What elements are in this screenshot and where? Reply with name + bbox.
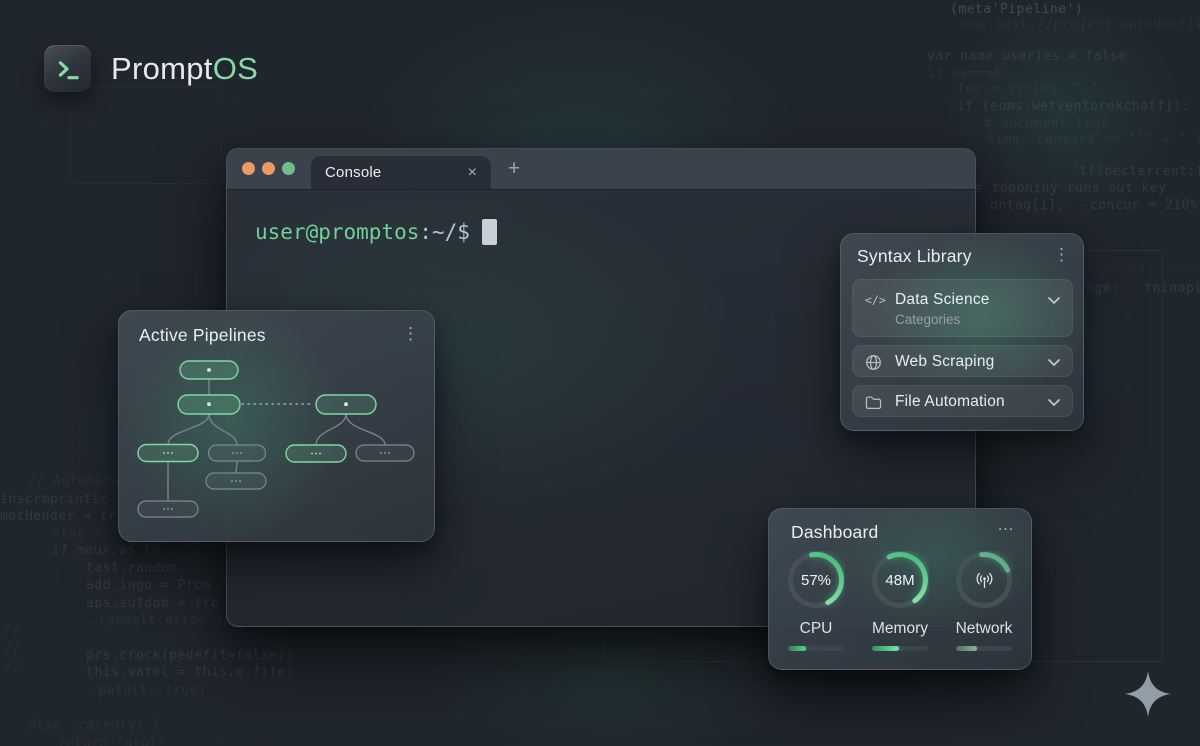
tab-console[interactable]: Console ×	[311, 156, 491, 189]
backdrop-code-line: if ma===6:	[927, 66, 1010, 81]
backdrop-code-line: if meux.as lo	[52, 543, 160, 558]
pipeline-node[interactable]	[286, 445, 346, 462]
backdrop-code-line: motHender = tr	[0, 509, 117, 524]
code-icon: </>	[865, 293, 887, 307]
syntax-item-label: File Automation	[895, 393, 1005, 411]
syntax-item-data-science[interactable]: </> Data Science Categories	[852, 279, 1073, 337]
dashboard-card: Dashboard … 57% CPU	[768, 508, 1032, 670]
brand-wordmark: PromptOS	[111, 51, 258, 87]
backdrop-code-line: 'tf?becterrent:fo	[1071, 164, 1200, 179]
gauge-memory: 48M Memory	[871, 551, 929, 651]
prompt-glyph-icon	[57, 59, 80, 80]
sparkle-icon	[1125, 671, 1171, 717]
gauge-network: Network	[955, 551, 1013, 651]
gauge-label: Network	[956, 620, 1013, 638]
backdrop-code-line: prs.crock(pedefit=false))	[86, 648, 294, 663]
new-tab-button[interactable]: +	[503, 152, 525, 186]
gauge-cpu: 57% CPU	[787, 551, 845, 651]
backdrop-code-line: tast.random	[86, 561, 178, 576]
terminal-logo-icon	[44, 45, 91, 92]
pipeline-node[interactable]	[316, 395, 376, 414]
dashboard-title: Dashboard	[791, 522, 878, 543]
folder-icon	[865, 395, 887, 410]
promptos-hero: (meta'Pipeline') eww.test://project.upro…	[0, 0, 1200, 746]
gauge-bar	[872, 646, 928, 651]
pipelines-menu-icon[interactable]: ⋮	[402, 325, 419, 342]
backdrop-code-line: nge: tninoping	[1086, 281, 1200, 296]
backdrop-code-line: time, consort == "'" + " i	[987, 132, 1200, 147]
globe-icon	[865, 354, 887, 371]
backdrop-code-line: if (eoms.wetventorekchatf]):	[957, 99, 1190, 114]
pipelines-title: Active Pipelines	[139, 325, 266, 346]
backdrop-rect	[70, 86, 222, 184]
chevron-down-icon[interactable]	[1048, 297, 1060, 304]
window-control-close[interactable]	[242, 162, 255, 175]
backdrop-code-line: .patult, true)	[90, 683, 207, 698]
gauge-row: 57% CPU 48M Memory	[769, 551, 1031, 651]
backdrop-code-line: //	[4, 622, 21, 637]
syntax-item-label: Web Scraping	[895, 353, 994, 371]
syntax-library-title: Syntax Library	[857, 246, 972, 267]
backdrop-code-line: # document true	[984, 116, 1109, 131]
backdrop-code-line: aps.sutdom = fro	[86, 596, 219, 611]
chevron-down-icon[interactable]	[1048, 359, 1060, 366]
tab-close-icon[interactable]: ×	[468, 164, 477, 182]
pipeline-node[interactable]	[178, 395, 240, 414]
syntax-library-menu-icon[interactable]: ⋮	[1053, 246, 1070, 263]
pipeline-node[interactable]	[138, 501, 198, 517]
syntax-library-card: Syntax Library ⋮ </> Data Science Catego…	[840, 233, 1084, 431]
pipeline-node[interactable]	[209, 445, 266, 461]
gauge-label: CPU	[800, 620, 833, 638]
gauge-ring	[955, 551, 1013, 609]
backdrop-code-line: else _catedry) {	[28, 718, 161, 733]
backdrop-code-line: this.vatel = this.e.file)	[86, 665, 294, 680]
chevron-down-icon[interactable]	[1048, 399, 1060, 406]
syntax-item-web-scraping[interactable]: Web Scraping	[852, 345, 1073, 377]
backdrop-code-line: .rampelt.erron ip	[90, 613, 232, 628]
pipeline-node[interactable]	[138, 445, 198, 462]
gauge-bar	[788, 646, 844, 651]
backdrop-code-line: inscrmprintic	[0, 492, 108, 507]
pipeline-node[interactable]	[180, 361, 238, 379]
dashboard-menu-icon[interactable]: …	[997, 515, 1015, 535]
prompt-path: :~/$	[419, 220, 470, 244]
tab-console-label: Console	[325, 164, 468, 181]
brand-name-prefix: Prompt	[111, 51, 213, 86]
backdrop-code-line: ontag[i], -concur = 210%	[990, 198, 1198, 213]
pipeline-node[interactable]	[206, 473, 266, 489]
backdrop-code-line: //	[4, 660, 21, 675]
gauge-ring: 48M	[871, 551, 929, 609]
pipeline-node[interactable]	[356, 445, 414, 461]
backdrop-code-line: fec = string. "."	[957, 82, 1099, 97]
backdrop-code-line: var name.useries = false	[927, 49, 1127, 64]
syntax-item-label: Data Science	[895, 291, 990, 309]
active-pipelines-card: Active Pipelines ⋮	[118, 310, 435, 542]
backdrop-code-line: return 'argl'	[58, 736, 166, 746]
gauge-bar	[956, 646, 1012, 651]
pipeline-flowchart	[119, 347, 434, 541]
gauge-value: 48M	[871, 551, 929, 609]
backdrop-code-line: -------- ---- ------	[1088, 258, 1200, 273]
backdrop-code-line: (meta'Pipeline')	[950, 2, 1083, 17]
backdrop-code-line: add_ingo = Prom	[86, 578, 211, 593]
antenna-icon	[955, 551, 1013, 609]
gauge-label: Memory	[872, 620, 928, 638]
gauge-ring: 57%	[787, 551, 845, 609]
brand-logo: PromptOS	[44, 45, 258, 92]
brand-name-suffix: OS	[213, 51, 258, 86]
backdrop-code-line: //	[4, 642, 21, 657]
terminal-titlebar: Console × +	[227, 149, 975, 190]
window-controls	[242, 162, 295, 175]
window-control-minimize[interactable]	[262, 162, 275, 175]
backdrop-code-line: eww.test://project.uproductivity	[962, 17, 1200, 32]
window-control-zoom[interactable]	[282, 162, 295, 175]
backdrop-code-line: # toponiny runs out key	[975, 181, 1167, 196]
gauge-value: 57%	[787, 551, 845, 609]
syntax-item-subtitle: Categories	[895, 312, 1072, 327]
terminal-cursor	[482, 219, 497, 245]
backdrop-code-line: alsc =	[52, 526, 102, 541]
prompt-user: user@promptos	[255, 220, 419, 244]
syntax-item-file-automation[interactable]: File Automation	[852, 385, 1073, 417]
